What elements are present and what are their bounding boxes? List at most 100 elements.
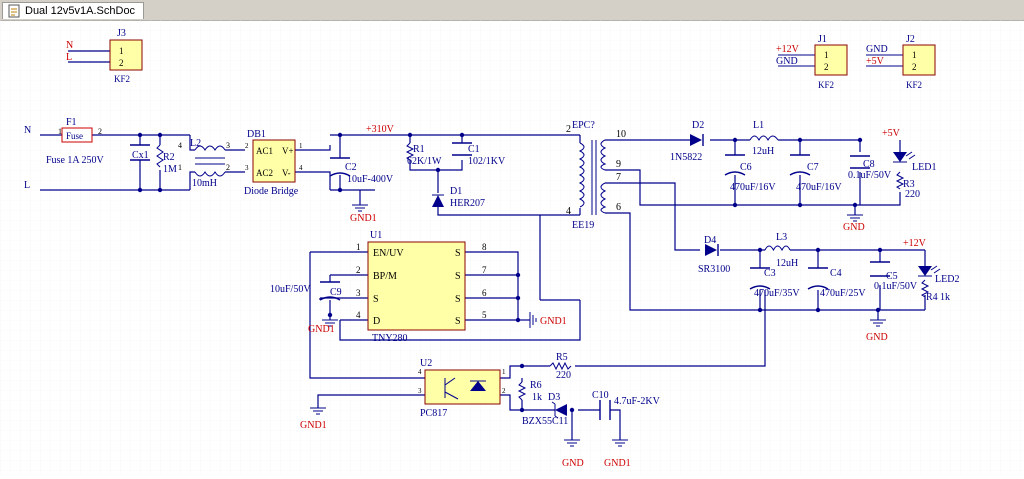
c2-value: 10uF-400V [347, 174, 394, 185]
j1-pin1: 1 [824, 50, 829, 60]
db1-ref: DB1 [247, 129, 266, 140]
l1-value: 12uH [752, 146, 774, 157]
d3-ref: D3 [548, 392, 560, 403]
c10-value: 4.7uF-2KV [614, 396, 661, 407]
c8-ref: C8 [863, 159, 875, 170]
l3-ref: L3 [776, 232, 787, 243]
u1-num-4: 4 [356, 310, 361, 320]
schematic-sheet[interactable]: J3 1 2 KF2 N L J1 1 2 KF2 +12V GND J2 1 … [0, 20, 1024, 474]
u2-ref: U2 [420, 358, 432, 369]
l3-value: 12uH [776, 258, 798, 269]
u2-pin2: 2 [502, 387, 506, 395]
c4-ref: C4 [830, 268, 842, 279]
t1-pin7: 7 [616, 172, 621, 183]
j2-pin1: 1 [912, 50, 917, 60]
db1-num-4: 4 [299, 164, 303, 172]
j2-type: KF2 [906, 80, 922, 90]
l2-ref: L2 [190, 138, 201, 149]
j3-ref: J3 [117, 28, 126, 39]
r2-ref: R2 [163, 152, 175, 163]
d2-value: 1N5822 [670, 152, 702, 163]
gnd-label-d3: GND [562, 458, 584, 469]
db1-pin-vminus: V- [282, 168, 291, 178]
db1-pin-vplus: V+ [282, 146, 294, 156]
u2-pin4: 4 [418, 368, 422, 376]
u1-ref: U1 [370, 230, 382, 241]
t1-pin4: 4 [566, 206, 571, 217]
gnd1-label-c10: GND1 [604, 458, 631, 469]
c6-value: 470uF/16V [730, 182, 776, 193]
r5-ref: R5 [556, 352, 568, 363]
net-12v-label: +12V [903, 238, 927, 249]
document-tab-bar: Dual 12v5v1A.SchDoc [0, 0, 1024, 21]
c5-value: 0.1uF/50V [874, 281, 918, 292]
j2-ref: J2 [906, 34, 915, 45]
u2-pin3: 3 [418, 387, 422, 395]
f1-desc: Fuse 1A 250V [46, 155, 105, 166]
db1-pin-ac2: AC2 [256, 168, 273, 178]
u1-value: TNY280 [372, 333, 408, 344]
u1-pin-s-left: S [373, 294, 379, 305]
f1-value: Fuse [66, 131, 83, 141]
t1-pin6: 6 [616, 202, 621, 213]
r4-ref: R4 [926, 292, 938, 303]
db1-value: Diode Bridge [244, 186, 299, 197]
d1-ref: D1 [450, 186, 462, 197]
d4-ref: D4 [704, 235, 716, 246]
u1-num-5: 5 [482, 310, 487, 320]
db1-num-3: 3 [245, 164, 249, 172]
u2-value: PC817 [420, 408, 447, 419]
led1-ref: LED1 [912, 162, 936, 173]
c6-ref: C6 [740, 162, 752, 173]
net-5v-label: +5V [882, 128, 901, 139]
j3-pin2: 2 [119, 58, 124, 68]
r5-value: 220 [556, 370, 571, 381]
c4-value: 470uF/25V [820, 288, 866, 299]
u1-pin-bpm: BP/M [373, 271, 397, 282]
cx1-ref: Cx1 [132, 150, 149, 161]
gnd-label-12v: GND [866, 332, 888, 343]
d4-value: SR3100 [698, 264, 730, 275]
c10-ref: C10 [592, 390, 609, 401]
c9-value: 10uF/50V [270, 284, 311, 295]
u2-pin1: 1 [502, 368, 506, 376]
gnd1-label-u1: GND1 [540, 316, 567, 327]
net-310v-label: +310V [366, 124, 395, 135]
j1-net-12v: +12V [776, 44, 800, 55]
r4-value: 1k [940, 292, 950, 303]
db1-num-2: 2 [245, 142, 249, 150]
db1-num-1: 1 [299, 142, 303, 150]
r1-ref: R1 [413, 144, 425, 155]
j3-pin1: 1 [119, 46, 124, 56]
j3-type: KF2 [114, 74, 130, 84]
d2-ref: D2 [692, 120, 704, 131]
c7-ref: C7 [807, 162, 819, 173]
j1-ref: J1 [818, 34, 827, 45]
led2-ref: LED2 [935, 274, 959, 285]
j1-net-gnd: GND [776, 56, 798, 67]
r3-value: 220 [905, 189, 920, 200]
c7-value: 470uF/16V [796, 182, 842, 193]
u1-num-7: 7 [482, 265, 487, 275]
net-l-label: L [24, 180, 30, 191]
sheet-grid [0, 20, 1024, 474]
r6-value: 1k [532, 392, 542, 403]
j2-pin2: 2 [912, 62, 917, 72]
gnd1-label-input: GND1 [350, 213, 377, 224]
gnd1-label-c9: GND1 [308, 324, 335, 335]
u1-pin-enuv: EN/UV [373, 248, 404, 259]
gnd1-label-u2: GND1 [300, 420, 327, 431]
c1-ref: C1 [468, 144, 480, 155]
r1-value: 62K/1W [407, 156, 442, 167]
c1-value: 102/1KV [468, 156, 506, 167]
t1-pin10: 10 [616, 129, 626, 140]
d3-value: BZX55C11 [522, 416, 568, 427]
schematic-document-icon [8, 4, 20, 18]
l2-pin3: 3 [226, 141, 230, 150]
document-tab[interactable]: Dual 12v5v1A.SchDoc [2, 2, 145, 19]
net-n-label: N [24, 125, 31, 136]
schematic-canvas[interactable]: J3 1 2 KF2 N L J1 1 2 KF2 +12V GND J2 1 … [0, 20, 1024, 474]
u1-num-6: 6 [482, 288, 487, 298]
j2-net-5v: +5V [866, 56, 885, 67]
u1-num-1: 1 [356, 242, 361, 252]
